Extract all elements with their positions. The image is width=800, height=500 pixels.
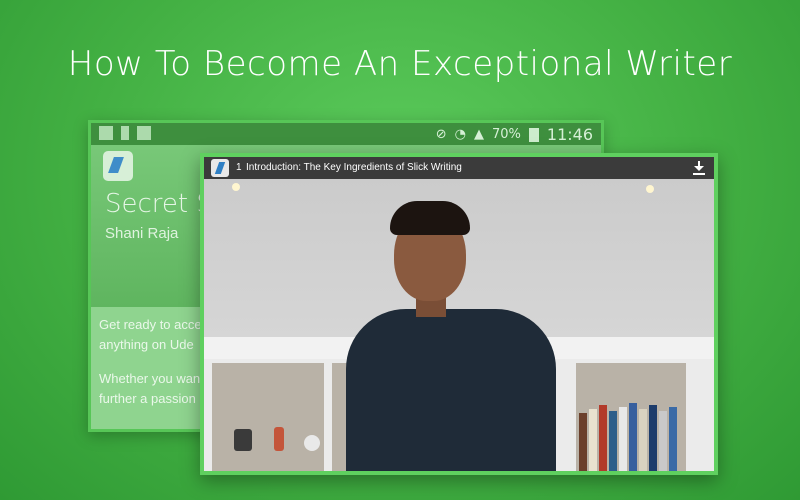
- decor-ball: [304, 435, 320, 451]
- video-title-bar: 1 Introduction: The Key Ingredients of S…: [204, 157, 714, 179]
- course-app-icon: [211, 159, 229, 177]
- battery-icon: [528, 127, 539, 142]
- ceiling-light: [646, 185, 654, 193]
- jar: [234, 429, 252, 451]
- notification-icon: [121, 126, 129, 140]
- books: [579, 401, 679, 471]
- signal-icon: ▲: [473, 127, 484, 142]
- course-author: Shani Raja: [105, 225, 179, 242]
- ceiling-light: [232, 183, 240, 191]
- status-bar: ⊘ ◔ ▲ 70% 11:46: [91, 123, 601, 145]
- figurine: [274, 427, 284, 451]
- course-app-icon: [103, 151, 133, 181]
- video-frame[interactable]: [204, 179, 714, 471]
- speaker-hair: [390, 201, 470, 235]
- shelf-cell: [212, 363, 324, 471]
- lecture-number: 1: [236, 162, 242, 173]
- mute-icon: ⊘: [435, 127, 447, 142]
- status-time: 11:46: [546, 125, 593, 144]
- wifi-icon: ◔: [454, 127, 466, 142]
- lecture-title: Introduction: The Key Ingredients of Sli…: [246, 162, 462, 173]
- battery-percent: 70%: [491, 127, 521, 142]
- speaker-body: [346, 309, 556, 471]
- download-icon[interactable]: [692, 160, 706, 176]
- image-icon: [137, 126, 151, 140]
- video-player[interactable]: 1 Introduction: The Key Ingredients of S…: [200, 153, 718, 475]
- gallery-icon: [99, 126, 113, 140]
- page-title: How To Become An Exceptional Writer: [67, 44, 733, 84]
